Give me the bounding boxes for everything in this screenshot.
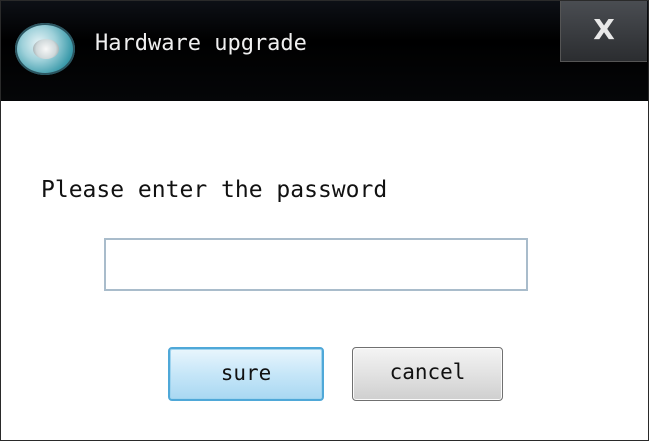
title-bar[interactable]: Hardware upgrade X (1, 1, 648, 101)
hardware-upgrade-dialog: Hardware upgrade X Please enter the pass… (0, 0, 649, 441)
password-input[interactable] (104, 238, 528, 291)
close-icon: X (593, 13, 615, 46)
cancel-button[interactable]: cancel (352, 347, 503, 401)
sure-button[interactable]: sure (168, 347, 324, 401)
close-button[interactable]: X (560, 1, 647, 62)
window-title: Hardware upgrade (95, 31, 307, 56)
hardware-disc-icon (15, 23, 75, 75)
disc-graphic (33, 39, 59, 59)
password-prompt-label: Please enter the password (41, 177, 388, 203)
